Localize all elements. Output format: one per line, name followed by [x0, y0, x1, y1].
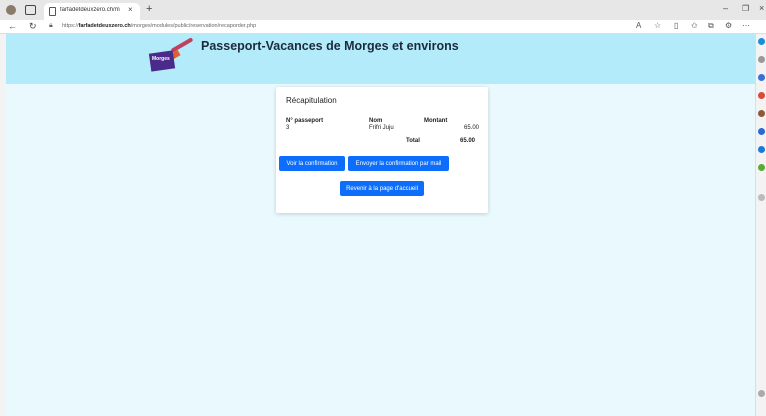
- url-path: /morges/modules/public/reservation/recap…: [130, 23, 257, 29]
- lock-icon[interactable]: 🔒︎: [49, 22, 53, 30]
- site-header: Morges Passeport-Vacances de Morges et e…: [6, 34, 755, 84]
- url-field[interactable]: https://farfadetdeuxzero.ch/morges/modul…: [62, 23, 256, 29]
- summary-title: Récapitulation: [286, 96, 337, 105]
- back-home-button[interactable]: Revenir à la page d'accueil: [340, 181, 424, 196]
- search-icon[interactable]: [758, 56, 765, 63]
- row-amount: 65.00: [464, 125, 480, 131]
- send-confirmation-button[interactable]: Envoyer la confirmation par mail: [348, 156, 449, 171]
- favorites-icon[interactable]: ✩: [691, 21, 698, 30]
- logo-text: Morges: [152, 56, 170, 62]
- column-header-name: Nom: [369, 118, 383, 124]
- shopping-icon[interactable]: [758, 74, 765, 81]
- new-tab-button[interactable]: +: [146, 3, 152, 15]
- row-passport: 3: [286, 125, 290, 131]
- total-label: Total: [406, 138, 420, 144]
- url-prefix: https://: [62, 23, 79, 29]
- close-window-icon[interactable]: ×: [759, 3, 764, 13]
- browser-tab[interactable]: farfadetdeuxzero.ch/morges/mo ×: [44, 3, 140, 20]
- total-value: 65.00: [460, 138, 476, 144]
- games-icon[interactable]: [758, 110, 765, 117]
- summary-card: Récapitulation N° passeport Nom Montant …: [276, 87, 488, 213]
- sidebar-settings-icon[interactable]: [758, 390, 765, 397]
- page-content: Morges Passeport-Vacances de Morges et e…: [6, 34, 755, 416]
- site-logo[interactable]: Morges: [140, 37, 198, 79]
- column-header-amount: Montant: [424, 118, 448, 124]
- browser-tab-bar: farfadetdeuxzero.ch/morges/mo × + – ❐ ×: [0, 0, 766, 20]
- add-sidebar-icon[interactable]: [758, 194, 765, 201]
- favorite-star-icon[interactable]: ☆: [654, 21, 661, 30]
- column-header-passport: N° passeport: [286, 118, 324, 124]
- read-aloud-icon[interactable]: A: [636, 21, 641, 30]
- collections-icon[interactable]: ⧉: [708, 21, 714, 31]
- minimize-icon[interactable]: –: [723, 3, 728, 13]
- tools-icon[interactable]: [758, 92, 765, 99]
- tab-close-icon[interactable]: ×: [128, 5, 133, 14]
- address-bar: ← ↻ 🔒︎ https://farfadetdeuxzero.ch/morge…: [0, 20, 766, 34]
- tab-title: farfadetdeuxzero.ch/morges/mo: [60, 7, 120, 13]
- refresh-icon[interactable]: ↻: [29, 21, 37, 32]
- page-title: Passeport-Vacances de Morges et environs: [201, 39, 459, 53]
- edge-sidebar: [755, 34, 766, 416]
- view-confirmation-button[interactable]: Voir la confirmation: [279, 156, 345, 171]
- extensions-icon[interactable]: ⚙: [725, 21, 732, 30]
- page-favicon-icon: [49, 7, 56, 16]
- designer-icon[interactable]: [758, 164, 765, 171]
- outlook-icon[interactable]: [758, 146, 765, 153]
- url-domain: farfadetdeuxzero.ch: [78, 23, 131, 29]
- more-icon[interactable]: ⋯: [742, 21, 750, 30]
- office-icon[interactable]: [758, 128, 765, 135]
- profile-icon[interactable]: [6, 5, 16, 15]
- split-screen-icon[interactable]: ▯: [674, 21, 678, 30]
- tab-actions-icon[interactable]: [25, 5, 36, 15]
- row-name: Frifri Juju: [369, 125, 394, 131]
- restore-icon[interactable]: ❐: [742, 4, 749, 13]
- copilot-icon[interactable]: [758, 38, 765, 45]
- back-arrow-icon[interactable]: ←: [8, 21, 17, 31]
